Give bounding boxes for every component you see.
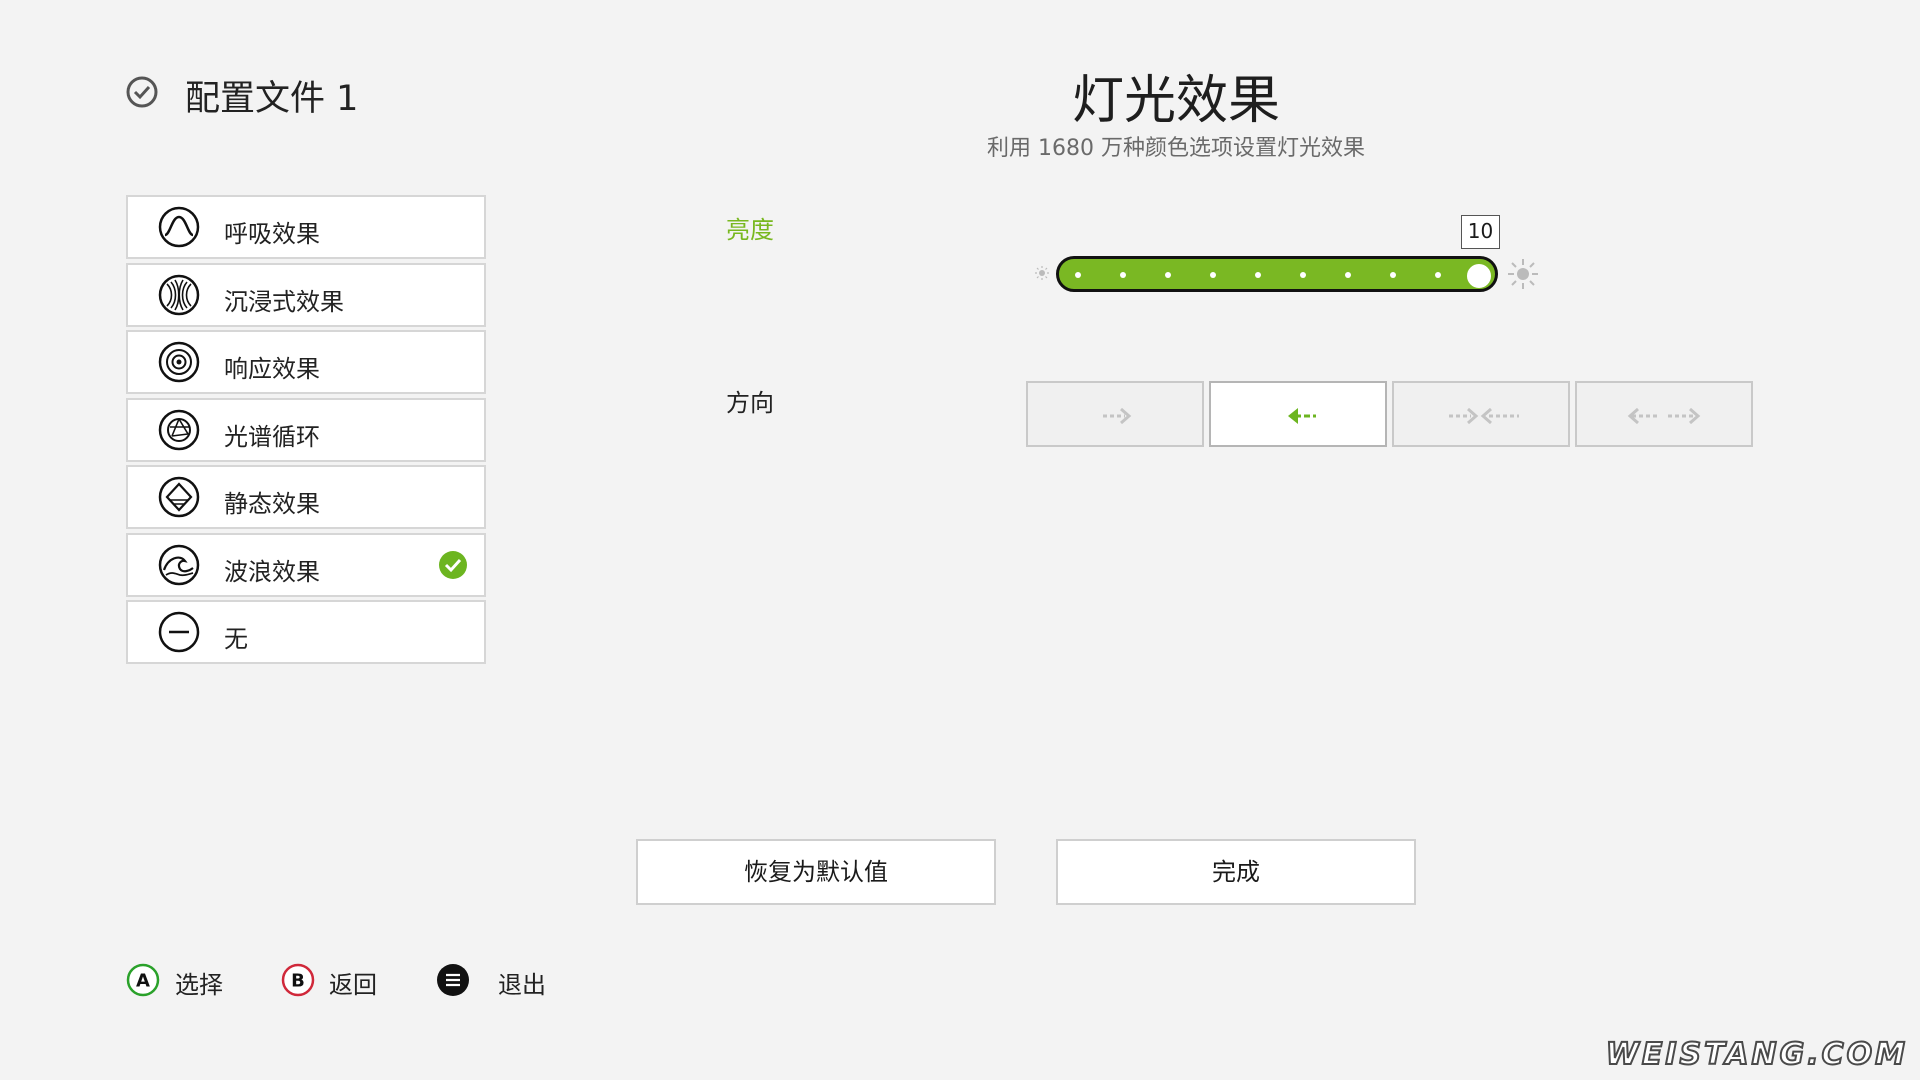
effect-item-none[interactable]: 无 [126, 600, 486, 664]
direction-left-button[interactable] [1209, 381, 1387, 447]
brightness-high-icon [1508, 259, 1538, 289]
effect-label: 静态效果 [224, 490, 320, 518]
a-button-icon: A [126, 963, 160, 997]
page-title: 灯光效果 [1071, 71, 1280, 131]
right-arrow-icon [1103, 407, 1132, 425]
direction-inward-button[interactable] [1392, 381, 1570, 447]
direction-right-button[interactable] [1026, 381, 1204, 447]
slider-step-dot [1255, 272, 1261, 278]
menu-button-icon [437, 964, 469, 996]
effect-item-reactive[interactable]: 响应效果 [126, 330, 486, 394]
svg-text:A: A [136, 971, 150, 992]
selected-check-icon [439, 550, 467, 579]
effects-list: 呼吸效果 沉浸式效果 响应效果 光谱循环 静态效果 波浪效果 无 [126, 195, 486, 668]
left-arrow-icon [1288, 408, 1316, 424]
outward-arrows-icon [1627, 407, 1701, 425]
breathing-icon [158, 206, 200, 248]
slider-step-dot [1435, 272, 1441, 278]
slider-step-dot [1390, 272, 1396, 278]
effect-item-breathing[interactable]: 呼吸效果 [126, 195, 486, 259]
spectrum-cycle-icon [158, 409, 200, 450]
effect-label: 波浪效果 [224, 557, 320, 586]
done-button[interactable]: 完成 [1056, 839, 1416, 905]
svg-text:B: B [291, 971, 305, 992]
wave-icon [158, 544, 200, 585]
immersive-icon [158, 274, 200, 315]
effect-item-wave[interactable]: 波浪效果 [126, 532, 486, 597]
slider-step-dot [1345, 272, 1351, 278]
reactive-icon [158, 341, 200, 383]
effect-item-static[interactable]: 静态效果 [126, 465, 486, 529]
brightness-value: 10 [1461, 215, 1500, 249]
page-subtitle: 利用 1680 万种颜色选项设置灯光效果 [987, 136, 1365, 161]
brightness-label: 亮度 [726, 216, 774, 244]
reset-defaults-button[interactable]: 恢复为默认值 [636, 839, 996, 905]
none-icon [158, 611, 200, 653]
hint-select-label: 选择 [175, 971, 223, 999]
effect-item-spectrum-cycle[interactable]: 光谱循环 [126, 397, 486, 462]
effect-label: 响应效果 [224, 355, 320, 383]
static-icon [158, 476, 200, 518]
effect-label: 光谱循环 [224, 422, 320, 451]
slider-step-dot [1165, 272, 1171, 278]
effect-item-immersive[interactable]: 沉浸式效果 [126, 262, 486, 327]
hint-exit-label: 退出 [498, 971, 546, 999]
hint-back-label: 返回 [329, 971, 377, 999]
direction-outward-button[interactable] [1575, 381, 1753, 447]
effect-label: 沉浸式效果 [224, 287, 344, 316]
effect-label: 无 [224, 625, 248, 653]
brightness-slider[interactable] [1056, 256, 1498, 292]
watermark: WEISTANG.COM [1605, 1036, 1908, 1073]
slider-step-dot [1120, 272, 1126, 278]
effect-label: 呼吸效果 [224, 220, 320, 248]
direction-label: 方向 [726, 389, 774, 417]
slider-step-dot [1300, 272, 1306, 278]
slider-step-dot [1075, 272, 1081, 278]
slider-thumb[interactable] [1467, 264, 1491, 288]
slider-step-dot [1210, 272, 1216, 278]
b-button-icon: B [281, 963, 315, 997]
brightness-low-icon [1035, 266, 1049, 280]
inward-arrows-icon [1449, 407, 1519, 425]
